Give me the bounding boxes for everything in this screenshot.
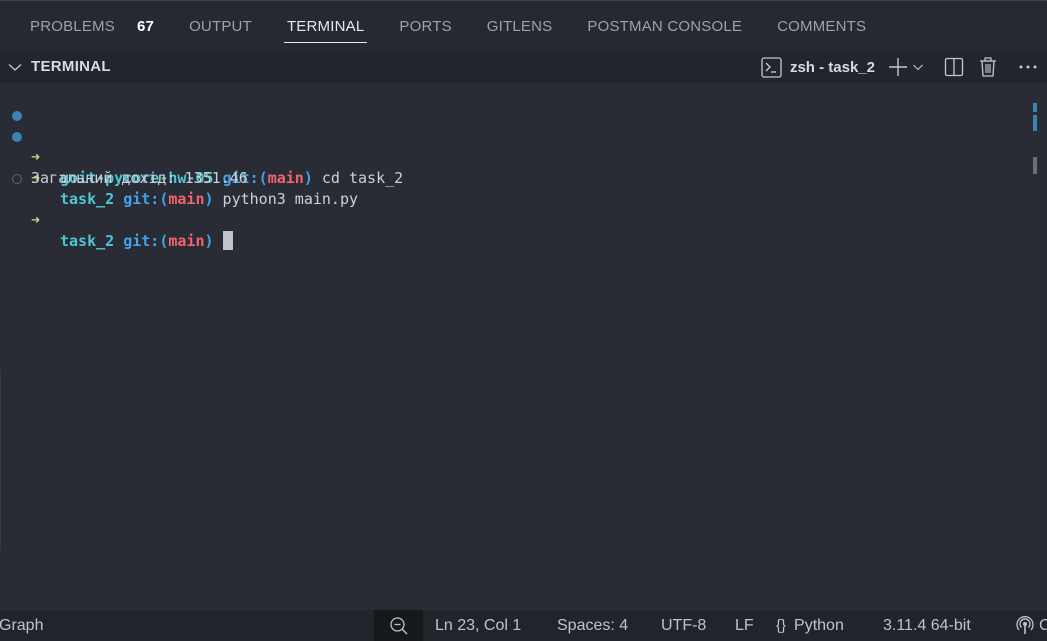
tab-problems[interactable]: PROBLEMS 67 <box>30 1 154 51</box>
terminal-section-header: TERMINAL zsh - task_2 <box>0 51 1047 83</box>
prompt-body: task_2 git:(main) python3 main.py <box>60 189 358 210</box>
status-bar: Graph Ln 23, Col 1 Spaces: 4 UTF-8 LF {}… <box>0 610 1047 641</box>
git-branch: main <box>267 169 304 187</box>
git-prefix: git:( <box>123 190 169 208</box>
tab-postman-console[interactable]: POSTMAN CONSOLE <box>587 1 742 51</box>
tab-gitlens[interactable]: GITLENS <box>487 1 553 51</box>
command-success-decoration-icon[interactable] <box>12 132 22 142</box>
git-suffix: ) <box>204 232 214 250</box>
plus-icon[interactable] <box>887 56 909 78</box>
tab-label: TERMINAL <box>286 17 365 35</box>
tab-label: PORTS <box>399 17 452 35</box>
status-graph[interactable]: Graph <box>0 610 43 641</box>
tab-label: POSTMAN CONSOLE <box>587 17 743 35</box>
language-braces-icon: {} <box>776 617 787 634</box>
git-branch: main <box>168 190 205 208</box>
prompt-directory: task_2 <box>60 232 115 250</box>
problems-count-badge: 67 <box>136 17 155 35</box>
scrollbar-thumb[interactable] <box>1033 157 1037 174</box>
tab-label: PROBLEMS <box>30 17 115 35</box>
status-encoding[interactable]: UTF-8 <box>661 610 706 641</box>
program-output: Загальний дохід: 1351.46 <box>31 169 248 187</box>
status-python-interpreter[interactable]: 3.11.4 64-bit <box>883 610 971 641</box>
terminal-line: ➜ goit-pycore-hw-05 git:(main) cd task_2 <box>0 105 403 187</box>
terminal-line: ➜ task_2 git:(main) python3 main.py <box>0 126 358 208</box>
command-text: python3 main.py <box>213 190 359 208</box>
status-overflow-text: C <box>1039 616 1047 634</box>
tab-label: GITLENS <box>486 17 553 35</box>
chevron-down-icon[interactable] <box>7 59 23 75</box>
command-text: cd task_2 <box>312 169 404 187</box>
command-text <box>214 232 223 250</box>
terminal-actions: zsh - task_2 <box>761 51 1047 83</box>
language-label: Python <box>794 616 844 634</box>
pending-command-decoration-icon[interactable] <box>12 174 22 184</box>
dropdown-chevron-icon[interactable] <box>911 56 925 78</box>
tab-label: OUTPUT <box>189 17 252 35</box>
broadcast-icon[interactable]: C <box>1015 610 1047 641</box>
trash-icon[interactable] <box>977 56 999 78</box>
terminal-shell-icon <box>761 56 782 78</box>
status-language-mode[interactable]: {} Python <box>776 610 844 641</box>
terminal-cursor <box>222 231 233 250</box>
prompt-directory: task_2 <box>60 190 115 208</box>
terminal-line: Загальний дохід: 1351.46 <box>0 147 248 187</box>
active-terminal-name[interactable]: zsh - task_2 <box>790 59 875 76</box>
prompt-arrow-icon: ➜ <box>31 211 41 229</box>
status-cursor-position[interactable]: Ln 23, Col 1 <box>435 610 521 641</box>
panel-tab-bar: PROBLEMS 67 OUTPUT TERMINAL PORTS GITLEN… <box>0 1 1047 51</box>
terminal-section-title[interactable]: TERMINAL <box>31 58 111 75</box>
tab-label: COMMENTS <box>777 17 867 35</box>
command-success-decoration-icon[interactable] <box>12 111 22 121</box>
git-branch: main <box>168 232 205 250</box>
tab-ports[interactable]: PORTS <box>399 1 451 51</box>
git-prefix: git:( <box>123 232 169 250</box>
tab-output[interactable]: OUTPUT <box>189 1 252 51</box>
scrollbar-marker <box>1033 115 1037 131</box>
tab-comments[interactable]: COMMENTS <box>777 1 866 51</box>
panel-left-edge <box>0 370 1 550</box>
split-terminal-icon[interactable] <box>943 56 965 78</box>
tab-terminal[interactable]: TERMINAL <box>283 1 368 51</box>
more-icon[interactable] <box>1017 56 1039 78</box>
terminal-line: ➜ task_2 git:(main) <box>0 168 233 250</box>
status-indentation[interactable]: Spaces: 4 <box>557 610 628 641</box>
zoom-out-icon[interactable] <box>374 610 423 641</box>
terminal-output-area[interactable]: ➜ goit-pycore-hw-05 git:(main) cd task_2… <box>0 83 1047 610</box>
prompt-body: task_2 git:(main) <box>60 231 233 252</box>
scrollbar-marker <box>1033 103 1037 112</box>
git-suffix: ) <box>204 190 214 208</box>
git-suffix: ) <box>303 169 313 187</box>
status-eol[interactable]: LF <box>735 610 754 641</box>
